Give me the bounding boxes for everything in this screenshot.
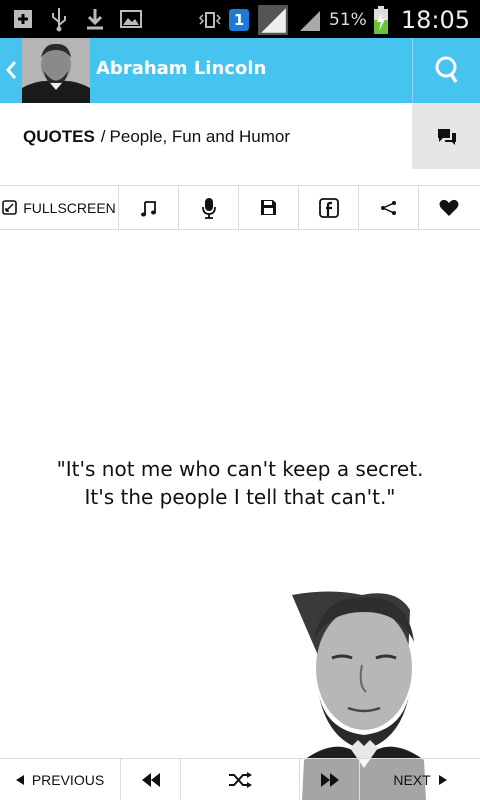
shuffle-icon xyxy=(229,771,252,788)
usb-icon xyxy=(52,8,66,32)
facebook-icon xyxy=(318,197,339,218)
back-chevron-icon[interactable] xyxy=(4,56,18,84)
facebook-button[interactable] xyxy=(299,186,359,229)
vibrate-icon xyxy=(198,12,222,28)
fast-forward-icon xyxy=(320,772,339,787)
rewind-button[interactable] xyxy=(121,759,181,800)
search-button[interactable] xyxy=(412,38,480,103)
add-icon xyxy=(14,10,32,28)
microphone-button[interactable] xyxy=(179,186,239,229)
music-button[interactable] xyxy=(119,186,179,229)
breadcrumb-separator: / xyxy=(100,127,106,146)
app-header: Abraham Lincoln xyxy=(0,38,480,103)
status-bar: 1 51% 18:05 xyxy=(0,0,480,38)
download-icon xyxy=(87,9,103,30)
fullscreen-button[interactable]: FULLSCREEN xyxy=(0,186,119,229)
action-toolbar: FULLSCREEN xyxy=(0,185,480,230)
music-icon xyxy=(140,200,156,216)
previous-button[interactable]: PREVIOUS xyxy=(0,759,121,800)
clock: 18:05 xyxy=(400,6,470,34)
fast-forward-button[interactable] xyxy=(300,759,360,800)
signal-bars-icon xyxy=(300,11,321,31)
search-icon xyxy=(435,56,458,83)
sim-indicator: 1 xyxy=(229,9,250,31)
page-title: Abraham Lincoln xyxy=(96,58,267,79)
fullscreen-label: FULLSCREEN xyxy=(23,199,116,216)
bottom-navigation: PREVIOUS NEXT xyxy=(0,758,480,800)
save-button[interactable] xyxy=(239,186,299,229)
battery-percent: 51% xyxy=(329,10,367,30)
fullscreen-icon xyxy=(2,200,18,215)
breadcrumb-section[interactable]: QUOTES xyxy=(23,127,95,146)
chat-bubbles-icon xyxy=(438,129,456,145)
quote-line-2: It's the people I tell that can't." xyxy=(84,485,396,509)
breadcrumb: QUOTES / People, Fun and Humor xyxy=(23,127,290,147)
heart-icon xyxy=(439,199,459,216)
share-icon xyxy=(380,200,396,215)
rewind-icon xyxy=(141,772,160,787)
microphone-icon xyxy=(201,197,216,219)
next-button[interactable]: NEXT xyxy=(360,759,480,800)
comments-button[interactable] xyxy=(412,103,480,169)
save-icon xyxy=(261,200,276,215)
avatar[interactable] xyxy=(22,38,90,103)
share-button[interactable] xyxy=(359,186,419,229)
breadcrumb-category[interactable]: People, Fun and Humor xyxy=(110,127,291,146)
quote-line-1: "It's not me who can't keep a secret. xyxy=(56,457,424,481)
battery-icon xyxy=(373,6,388,34)
previous-label: PREVIOUS xyxy=(31,771,105,788)
previous-arrow-icon xyxy=(15,774,24,785)
next-label: NEXT xyxy=(393,771,431,788)
image-icon xyxy=(120,10,142,28)
breadcrumb-bar: QUOTES / People, Fun and Humor xyxy=(0,103,480,169)
signal-icon xyxy=(258,5,288,35)
favorite-button[interactable] xyxy=(419,186,479,229)
shuffle-button[interactable] xyxy=(181,759,300,800)
next-arrow-icon xyxy=(438,774,447,785)
quote-text: "It's not me who can't keep a secret. It… xyxy=(20,455,460,511)
